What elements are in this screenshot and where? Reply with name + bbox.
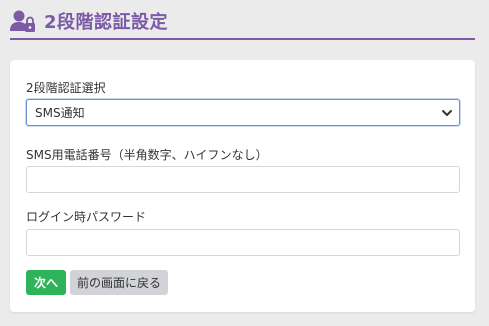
method-label: 2段階認証選択 <box>26 81 106 95</box>
password-label: ログイン時パスワード <box>26 210 147 224</box>
next-button[interactable]: 次へ <box>26 270 66 295</box>
method-select[interactable]: SMS通知 <box>26 99 460 126</box>
method-select-value: SMS通知 <box>35 106 85 120</box>
page-title: 2段階認証設定 <box>44 12 169 33</box>
settings-card: 2段階認証選択 SMS通知 SMS用電話番号（半角数字、ハイフンなし） ログイン… <box>10 60 475 312</box>
password-input[interactable] <box>26 229 460 256</box>
phone-input[interactable] <box>26 166 460 193</box>
phone-label: SMS用電話番号（半角数字、ハイフンなし） <box>26 148 268 162</box>
user-lock-icon <box>10 10 35 32</box>
back-button[interactable]: 前の画面に戻る <box>70 270 168 295</box>
chevron-down-icon <box>442 110 452 116</box>
header-divider <box>10 38 475 40</box>
page-header: 2段階認証設定 <box>10 6 475 36</box>
